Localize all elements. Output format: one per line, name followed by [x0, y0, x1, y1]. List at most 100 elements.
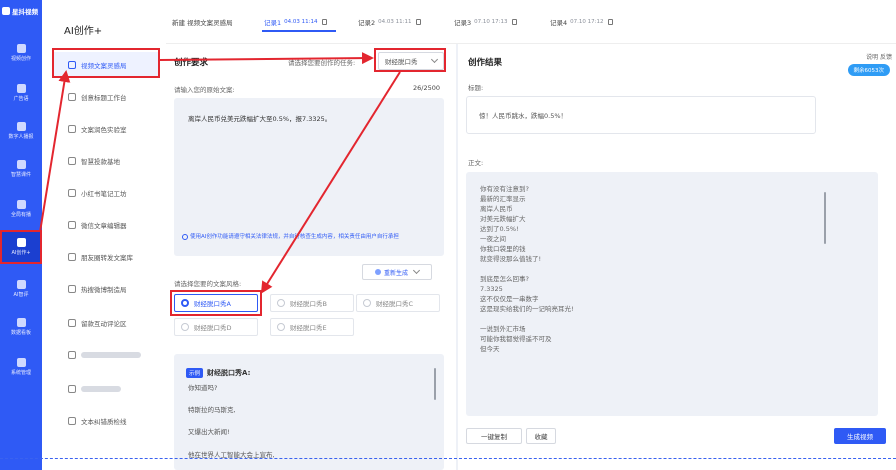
grid-icon	[16, 358, 26, 367]
sidebar-item-redacted-2[interactable]	[54, 376, 160, 402]
wechat-icon	[68, 221, 76, 229]
chevron-down-icon	[412, 266, 421, 275]
result-title: 创作结果	[468, 58, 503, 68]
review-icon	[16, 280, 26, 289]
notebook-icon	[68, 189, 76, 197]
body-line: 达到了0.5%!	[480, 225, 519, 233]
quota-badge: 剩余6053次	[847, 64, 890, 76]
help-links[interactable]: 说明 反馈	[866, 52, 892, 61]
body-line: 你我口袋里的钱	[480, 245, 526, 253]
annotation-box-rail	[0, 230, 42, 264]
example-badge: 示例	[186, 368, 204, 378]
tab-record-2[interactable]: 记录2 04.03 11:11	[358, 17, 422, 27]
favorite-button[interactable]: 收藏	[526, 428, 556, 444]
delete-icon[interactable]	[322, 19, 328, 25]
delete-icon[interactable]	[512, 19, 518, 25]
example-scrollbar[interactable]	[434, 368, 436, 400]
video-icon	[16, 44, 26, 53]
sidebar-title: AI创作+	[64, 26, 103, 37]
creation-result-panel: 创作结果 说明 反馈 剩余6053次 标题: 惊！人民币跳水，跌幅0.5%！ 正…	[458, 44, 896, 470]
rail-item-dashboard[interactable]: 数据看板	[0, 310, 42, 344]
broadcast-icon	[16, 200, 26, 209]
rail-item-ai-review[interactable]: AI智评	[0, 272, 42, 306]
source-text-value: 离岸人民币兑美元跌幅扩大至0.5%，报7.3325。	[188, 115, 332, 123]
result-title-box[interactable]: 惊！人民币跳水，跌幅0.5%！	[466, 96, 816, 134]
megaphone-icon	[16, 84, 26, 93]
result-body-box[interactable]: 你有没有注意到? 最新的汇率显示 离岸人民币 对美元跌幅扩大 达到了0.5%! …	[466, 172, 878, 416]
body-line	[480, 264, 864, 274]
example-line: 又爆出大新闻!	[188, 428, 230, 436]
body-line: 到底是怎么回事?	[480, 275, 529, 283]
body-line: 就变得没那么值钱了!	[480, 255, 542, 263]
generate-video-button[interactable]: 生成视频	[834, 428, 886, 444]
sidebar-item-redacted-1[interactable]	[54, 342, 160, 368]
rail-item-live[interactable]: 全局有播	[0, 192, 42, 226]
style-example: 示例 财经脱口秀A: 你知道吗? 特斯拉的马斯克, 又爆出大新闻! 他在世界人工…	[174, 354, 444, 470]
sidebar-item-moments[interactable]: 朋友圈转发文案库	[54, 244, 160, 270]
regenerate-button[interactable]: 重新生成	[362, 264, 432, 280]
rail-item-avatar[interactable]: 数字人播报	[0, 114, 42, 148]
body-line	[480, 314, 864, 324]
rail-item-course[interactable]: 智慧课件	[0, 152, 42, 186]
rail-item-ad[interactable]: 广告语	[0, 76, 42, 110]
example-line: 你知道吗?	[188, 384, 218, 392]
sidebar-item-proofread[interactable]: 文本纠错质检线	[54, 408, 160, 434]
body-line: 这是现实给我们的一记响亮耳光!	[480, 305, 574, 313]
body-line: 对美元跌幅扩大	[480, 215, 526, 223]
delete-icon[interactable]	[416, 19, 422, 25]
sidebar-item-weibo[interactable]: 热搜微博制造局	[54, 276, 160, 302]
tab-record-3[interactable]: 记录3 07.10 17:13	[454, 17, 518, 27]
tab-record-4[interactable]: 记录4 07.10 17:12	[550, 17, 614, 27]
sidebar-item-xiaohongshu[interactable]: 小红书笔记工坊	[54, 180, 160, 206]
comment-icon	[68, 319, 76, 327]
body-label: 正文:	[468, 159, 484, 167]
body-line: 一夜之间	[480, 235, 506, 243]
radio-icon	[181, 323, 189, 331]
sidebar-item-title-bench[interactable]: 创意标题工作台	[54, 84, 160, 110]
creation-request-panel: 创作要求 请选择您要创作的任务: 财经脱口秀 请输入您的原始文案: 26/250…	[166, 44, 456, 470]
info-icon	[182, 233, 188, 240]
annotation-box-sidebar	[52, 48, 160, 78]
body-line: 你有没有注意到?	[480, 185, 529, 193]
body-line: 可能你我都觉得遥不可及	[480, 335, 552, 343]
body-line: 但今天	[480, 345, 500, 353]
rail-item-system[interactable]: 系统管理	[0, 350, 42, 384]
style-option-c[interactable]: 财经脱口秀C	[356, 294, 440, 312]
delete-icon[interactable]	[608, 19, 614, 25]
app-logo[interactable]: 星抖视频	[2, 4, 42, 18]
refresh-icon	[374, 269, 381, 275]
person-icon	[16, 122, 26, 131]
sidebar-item-polish[interactable]: 文案润色实验室	[54, 116, 160, 142]
sidebar-item-submission[interactable]: 智慧投款基地	[54, 148, 160, 174]
logo-icon	[2, 7, 10, 15]
tab-record-1[interactable]: 记录1 04.03 11:14	[264, 17, 328, 27]
annotation-box-task	[374, 48, 446, 72]
example-header: 示例 财经脱口秀A:	[186, 368, 250, 378]
radio-icon	[363, 299, 371, 307]
tab-bar: 新建 视频文案灵感局 记录1 04.03 11:14 记录2 04.03 11:11…	[166, 0, 896, 44]
document-icon	[68, 157, 76, 165]
image-icon	[68, 385, 76, 393]
keyboard-icon	[68, 351, 76, 359]
legal-notice: 使用AI创作功能请遵守相关法律法规，并自行核查生成内容，相关责任由用户自行承担	[174, 228, 444, 256]
body-scrollbar[interactable]	[824, 192, 826, 244]
dashed-divider	[0, 458, 896, 459]
redacted-label	[81, 352, 141, 358]
body-line: 最新的汇率显示	[480, 195, 526, 203]
redacted-label	[81, 386, 121, 392]
style-option-b[interactable]: 财经脱口秀B	[270, 294, 354, 312]
style-option-d[interactable]: 财经脱口秀D	[174, 318, 258, 336]
tab-new[interactable]: 新建 视频文案灵感局	[172, 17, 233, 27]
magnifier-icon	[68, 417, 76, 425]
copy-all-button[interactable]: 一键复制	[466, 428, 522, 444]
app-name: 星抖视频	[12, 8, 38, 16]
char-counter: 26/2500	[412, 84, 440, 92]
title-label: 标题:	[468, 84, 484, 92]
example-line: 特斯拉的马斯克,	[188, 406, 236, 414]
radio-icon	[277, 299, 285, 307]
rail-item-video[interactable]: 视频创作	[0, 36, 42, 70]
camera-icon	[68, 253, 76, 261]
sidebar-item-comments[interactable]: 留款互动评论区	[54, 310, 160, 336]
sidebar-item-wechat[interactable]: 微信文章编辑器	[54, 212, 160, 238]
style-option-e[interactable]: 财经脱口秀E	[270, 318, 354, 336]
